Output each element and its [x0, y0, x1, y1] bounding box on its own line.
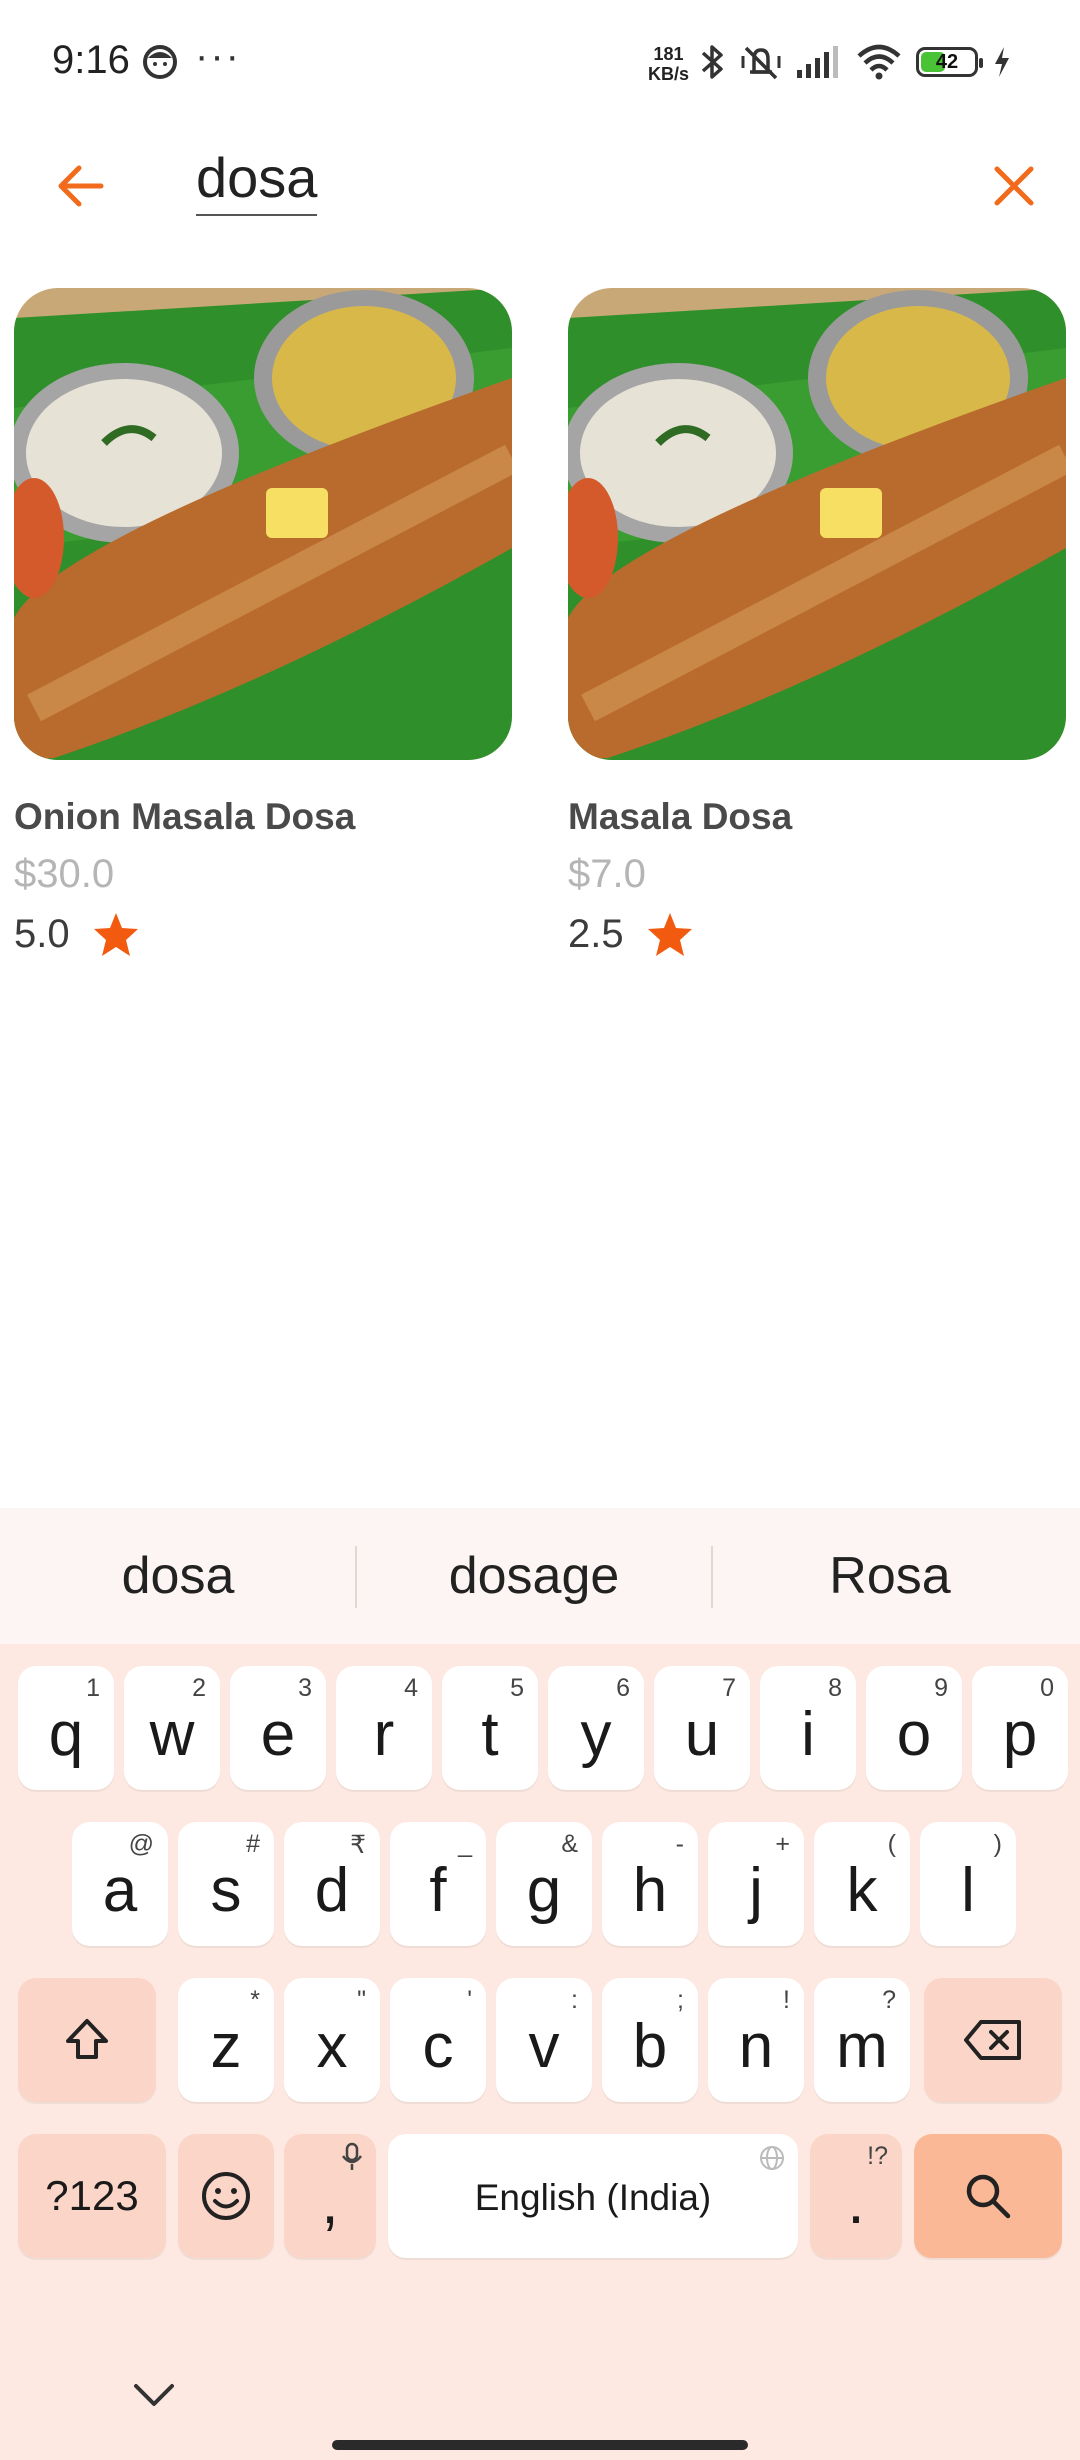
- suggestion-item[interactable]: Rosa: [712, 1508, 1068, 1644]
- wifi-icon: [857, 44, 901, 80]
- key-x[interactable]: x ": [284, 1978, 380, 2102]
- key-u[interactable]: u7: [654, 1666, 750, 1790]
- key-w[interactable]: w2: [124, 1666, 220, 1790]
- arrow-left-icon: [58, 165, 104, 207]
- key-r[interactable]: r4: [336, 1666, 432, 1790]
- battery-icon: 42: [916, 47, 983, 77]
- backspace-key[interactable]: [924, 1978, 1062, 2102]
- status-time: 9:16: [52, 38, 130, 82]
- charging-icon: [995, 47, 1009, 77]
- result-card[interactable]: Masala Dosa $7.0 2.5: [568, 288, 1066, 957]
- signal-icon: [797, 46, 838, 78]
- key-m[interactable]: m?: [814, 1978, 910, 2102]
- suggestion-item[interactable]: dosa: [0, 1508, 356, 1644]
- shift-icon: [66, 2019, 108, 2059]
- rating-value: 5.0: [14, 911, 70, 956]
- key-i[interactable]: i8: [760, 1666, 856, 1790]
- back-button[interactable]: [48, 154, 112, 218]
- mute-vibrate-icon: [741, 46, 781, 80]
- period-key[interactable]: . !?: [810, 2134, 902, 2258]
- network-speed: 181 KB/s: [648, 44, 690, 84]
- key-o[interactable]: o9: [866, 1666, 962, 1790]
- key-v[interactable]: v:: [496, 1978, 592, 2102]
- emoji-key[interactable]: [178, 2134, 274, 2258]
- shift-key[interactable]: [18, 1978, 156, 2102]
- status-icons: 42: [700, 40, 1012, 84]
- keyboard-hide-icon[interactable]: [130, 2380, 178, 2410]
- search-header: dosa: [0, 130, 1080, 240]
- space-key[interactable]: English (India): [388, 2134, 798, 2258]
- result-card[interactable]: Onion Masala Dosa $30.0 5.0: [14, 288, 512, 957]
- dish-price: $7.0: [568, 852, 646, 896]
- suggestion-strip: dosa dosage Rosa: [0, 1508, 1080, 1644]
- search-icon: [966, 2174, 1011, 2219]
- star-icon: [93, 913, 138, 956]
- search-key[interactable]: [914, 2134, 1062, 2258]
- key-p[interactable]: p0: [972, 1666, 1068, 1790]
- key-h[interactable]: h-: [602, 1822, 698, 1946]
- rating-value: 2.5: [568, 911, 624, 956]
- backspace-icon: [964, 2020, 1021, 2060]
- key-c[interactable]: c ': [390, 1978, 486, 2102]
- dish-image: [14, 288, 512, 760]
- key-s[interactable]: s #: [178, 1822, 274, 1946]
- more-notifications-icon: ···: [195, 34, 241, 78]
- key-t[interactable]: t5: [442, 1666, 538, 1790]
- search-input[interactable]: dosa: [196, 144, 318, 216]
- key-a[interactable]: a @: [72, 1822, 168, 1946]
- clear-search-button[interactable]: [982, 154, 1046, 218]
- status-bar: 9:16 ··· 181 KB/s 42: [0, 0, 1080, 130]
- comma-key[interactable]: ,: [284, 2134, 376, 2258]
- keyboard: dosa dosage Rosa q1w2e3r4t5y6u7i8o9p0 a @…: [0, 1508, 1080, 2460]
- dish-rating: 2.5: [568, 911, 1066, 957]
- dish-name: Masala Dosa: [568, 796, 793, 837]
- key-b[interactable]: b;: [602, 1978, 698, 2102]
- key-k[interactable]: k(: [814, 1822, 910, 1946]
- dish-price: $30.0: [14, 852, 115, 896]
- dish-image: [568, 288, 1066, 760]
- key-l[interactable]: l): [920, 1822, 1016, 1946]
- symbols-key[interactable]: ?123: [18, 2134, 166, 2258]
- close-icon: [994, 166, 1034, 206]
- key-z[interactable]: z *: [178, 1978, 274, 2102]
- key-q[interactable]: q1: [18, 1666, 114, 1790]
- suggestion-item[interactable]: dosage: [356, 1508, 712, 1644]
- key-n[interactable]: n!: [708, 1978, 804, 2102]
- microphone-icon: [342, 2142, 362, 2170]
- emoji-icon: [202, 2172, 250, 2220]
- gesture-handle[interactable]: [332, 2440, 748, 2450]
- key-d[interactable]: d ₹: [284, 1822, 380, 1946]
- key-j[interactable]: j +: [708, 1822, 804, 1946]
- bluetooth-icon: [701, 45, 723, 79]
- star-icon: [647, 913, 692, 956]
- key-g[interactable]: g &: [496, 1822, 592, 1946]
- key-f[interactable]: f _: [390, 1822, 486, 1946]
- key-e[interactable]: e3: [230, 1666, 326, 1790]
- dish-name: Onion Masala Dosa: [14, 796, 356, 837]
- dish-rating: 5.0: [14, 911, 512, 957]
- key-y[interactable]: y6: [548, 1666, 644, 1790]
- face-icon: [143, 45, 177, 79]
- globe-icon: [760, 2146, 784, 2170]
